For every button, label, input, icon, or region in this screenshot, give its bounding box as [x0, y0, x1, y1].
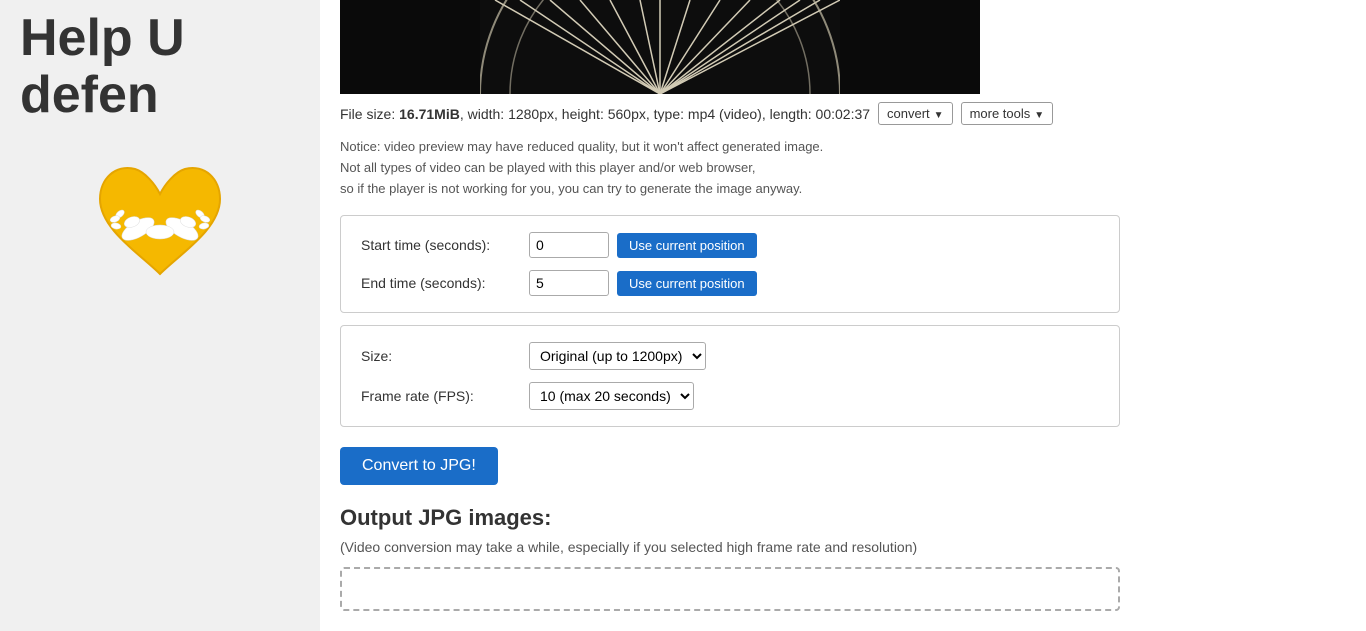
size-row: Size: Original (up to 1200px) Small (up … — [361, 342, 1099, 370]
start-time-row: Start time (seconds): Use current positi… — [361, 232, 1099, 258]
notice-line2: Not all types of video can be played wit… — [340, 158, 1346, 179]
output-area — [340, 567, 1120, 611]
convert-button[interactable]: convert — [878, 102, 953, 125]
end-time-row: End time (seconds): Use current position — [361, 270, 1099, 296]
start-time-use-current-button[interactable]: Use current position — [617, 233, 757, 258]
file-height-value: 560px — [608, 106, 646, 122]
end-time-label: End time (seconds): — [361, 275, 521, 291]
start-time-input[interactable] — [529, 232, 609, 258]
output-title: Output JPG images: — [340, 505, 1346, 531]
convert-to-jpg-button[interactable]: Convert to JPG! — [340, 447, 498, 485]
more-tools-label: more tools — [970, 106, 1031, 121]
video-container — [340, 0, 1346, 94]
file-length-value: 00:02:37 — [816, 106, 871, 122]
end-time-use-current-button[interactable]: Use current position — [617, 271, 757, 296]
video-preview — [340, 0, 980, 94]
start-time-btn-label: Use current position — [629, 238, 745, 253]
file-width-value: 1280px — [508, 106, 554, 122]
notice-line3: so if the player is not working for you,… — [340, 179, 1346, 200]
sidebar-logo — [80, 144, 240, 304]
notice-box: Notice: video preview may have reduced q… — [340, 137, 1346, 199]
sidebar-heading: Help U defen — [0, 0, 320, 134]
convert-button-label: convert — [887, 106, 930, 121]
convert-arrow-icon — [934, 106, 944, 121]
size-select[interactable]: Original (up to 1200px) Small (up to 480… — [529, 342, 706, 370]
more-tools-button[interactable]: more tools — [961, 102, 1054, 125]
file-type-value: mp4 (video) — [688, 106, 762, 122]
file-size-value: 16.71MiB — [399, 106, 460, 122]
sidebar-heading-line2: defen — [20, 66, 159, 124]
size-fps-settings-box: Size: Original (up to 1200px) Small (up … — [340, 325, 1120, 427]
output-section: Output JPG images: (Video conversion may… — [340, 505, 1346, 611]
file-size-label: File size: 16.71MiB, width: 1280px, heig… — [340, 106, 870, 122]
time-settings-box: Start time (seconds): Use current positi… — [340, 215, 1120, 313]
more-tools-arrow-icon — [1034, 106, 1044, 121]
notice-line1: Notice: video preview may have reduced q… — [340, 137, 1346, 158]
fps-select[interactable]: 1 (max 120 seconds) 5 (max 30 seconds) 1… — [529, 382, 694, 410]
main-content: File size: 16.71MiB, width: 1280px, heig… — [320, 0, 1366, 631]
file-info-row: File size: 16.71MiB, width: 1280px, heig… — [340, 102, 1346, 125]
convert-to-jpg-label: Convert to JPG! — [362, 457, 476, 474]
end-time-btn-label: Use current position — [629, 276, 745, 291]
start-time-label: Start time (seconds): — [361, 237, 521, 253]
output-notice: (Video conversion may take a while, espe… — [340, 539, 1346, 555]
sidebar-heading-line1: Help U — [20, 9, 185, 67]
end-time-input[interactable] — [529, 270, 609, 296]
left-sidebar: Help U defen — [0, 0, 320, 631]
fps-row: Frame rate (FPS): 1 (max 120 seconds) 5 … — [361, 382, 1099, 410]
size-label: Size: — [361, 348, 521, 364]
fps-label: Frame rate (FPS): — [361, 388, 521, 404]
